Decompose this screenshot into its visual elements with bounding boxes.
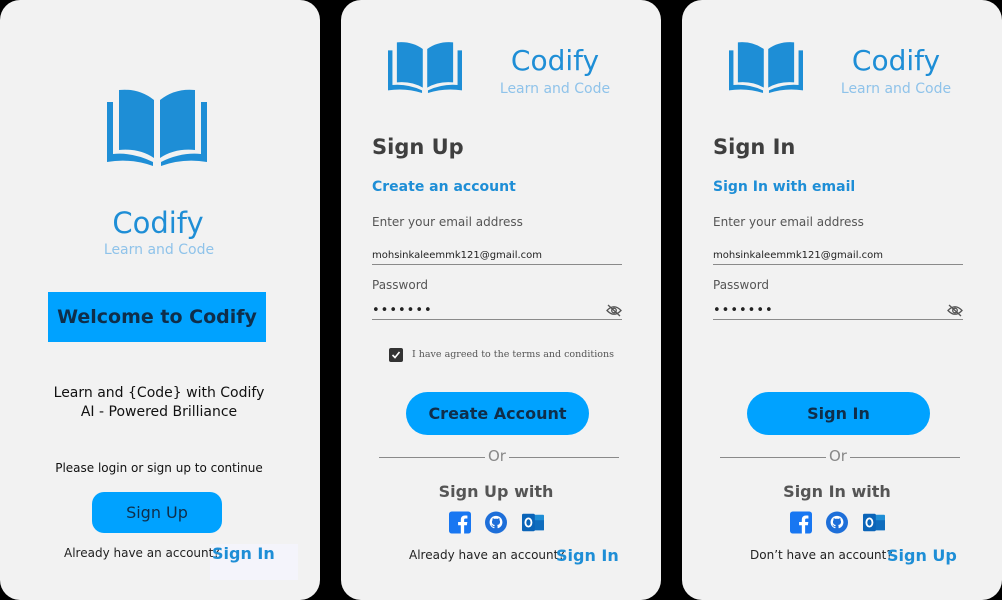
brand-tagline: Learn and Code (499, 81, 611, 97)
password-label: Password (372, 278, 429, 292)
check-icon (391, 351, 401, 359)
brand-name: Codify (112, 206, 204, 240)
terms-checkbox[interactable] (389, 348, 403, 362)
footer-text: Already have an account? (64, 546, 220, 560)
sign-in-link[interactable]: Sign In (556, 546, 619, 565)
brand-tagline: Learn and Code (840, 81, 952, 97)
social-heading: Sign Up with (438, 482, 554, 501)
password-underline (713, 319, 963, 320)
password-underline (372, 319, 622, 320)
github-icon[interactable] (826, 511, 848, 533)
book-logo-icon (107, 89, 207, 166)
divider-left (379, 457, 485, 458)
sign-in-link[interactable]: Sign In (212, 544, 275, 563)
sign-up-screen: Codify Learn and Code Sign Up Create an … (341, 0, 661, 600)
email-underline (713, 264, 963, 265)
welcome-description: Learn and {Code} with Codify AI - Powere… (0, 384, 318, 422)
hide-password-icon[interactable] (606, 304, 622, 317)
outlook-icon[interactable] (522, 511, 544, 533)
page-title: Sign Up (372, 135, 464, 159)
divider-or: Or (488, 447, 506, 465)
password-field[interactable]: ••••••• (713, 303, 933, 318)
email-underline (372, 264, 622, 265)
facebook-icon[interactable] (449, 511, 471, 533)
sign-up-button[interactable]: Sign Up (92, 492, 222, 533)
divider-left (720, 457, 826, 458)
footer-text: Don’t have an account? (750, 548, 893, 562)
page-subtitle: Sign In with email (713, 179, 856, 195)
login-prompt: Please login or sign up to continue (55, 461, 263, 475)
github-icon[interactable] (485, 511, 507, 533)
page-title: Sign In (713, 135, 796, 159)
brand-tagline: Learn and Code (103, 242, 215, 258)
terms-text: I have agreed to the terms and condition… (412, 349, 614, 360)
email-label: Enter your email address (372, 215, 523, 229)
divider-or: Or (829, 447, 847, 465)
password-field[interactable]: ••••••• (372, 303, 592, 318)
password-label: Password (713, 278, 770, 292)
welcome-screen: Codify Learn and Code Welcome to Codify … (0, 0, 320, 600)
facebook-icon[interactable] (790, 511, 812, 533)
social-heading: Sign In with (783, 482, 891, 501)
book-logo-icon (729, 42, 803, 93)
description-line-2: AI - Powered Brilliance (80, 404, 238, 420)
email-label: Enter your email address (713, 215, 864, 229)
divider-right (509, 457, 619, 458)
sign-up-link[interactable]: Sign Up (887, 546, 957, 565)
description-line-1: Learn and {Code} with Codify (53, 385, 265, 401)
sign-in-button[interactable]: Sign In (747, 392, 930, 435)
footer-text: Already have an account? (409, 548, 565, 562)
book-logo-icon (388, 42, 462, 93)
email-field[interactable]: mohsinkaleemmk121@gmail.com (713, 250, 963, 261)
email-field[interactable]: mohsinkaleemmk121@gmail.com (372, 250, 622, 261)
sign-in-screen: Codify Learn and Code Sign In Sign In wi… (682, 0, 1002, 600)
brand-name: Codify (851, 44, 941, 77)
page-subtitle: Create an account (372, 179, 516, 195)
brand-name: Codify (510, 44, 600, 77)
divider-right (850, 457, 960, 458)
create-account-button[interactable]: Create Account (406, 392, 589, 435)
welcome-banner: Welcome to Codify (48, 292, 266, 342)
outlook-icon[interactable] (863, 511, 885, 533)
hide-password-icon[interactable] (947, 304, 963, 317)
